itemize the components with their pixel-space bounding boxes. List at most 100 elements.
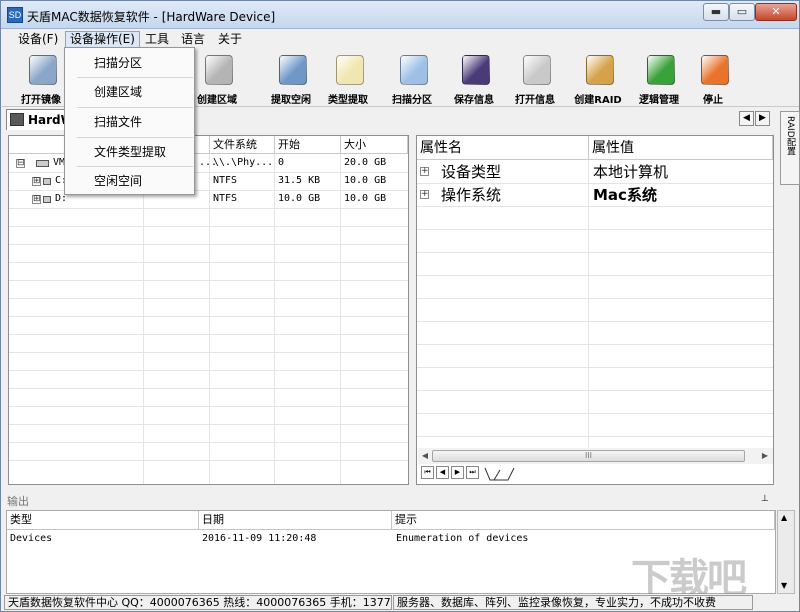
tab-prev-button[interactable]: ◀ xyxy=(739,111,754,126)
raid-config-tab[interactable]: RAID配置 xyxy=(780,111,800,185)
title-bar[interactable]: SD 天盾MAC数据恢复软件 - [HardWare Device] ▬ ▭ ✕ xyxy=(1,1,799,29)
grid-line xyxy=(417,229,773,230)
scroll-thumb[interactable]: III xyxy=(432,450,745,462)
partition-size: 10.0 GB xyxy=(344,193,387,204)
tree-expand-icon[interactable]: + xyxy=(420,167,429,176)
prev-sheet-icon[interactable]: ◀ xyxy=(436,466,449,479)
open-drive-icon xyxy=(523,55,551,85)
grid-line xyxy=(9,424,408,425)
toolbar-button-label: 打开镜像 xyxy=(21,95,61,106)
partition-icon xyxy=(43,196,51,203)
partition-start: 10.0 GB xyxy=(278,193,321,204)
grid-line xyxy=(417,206,773,207)
maximize-button[interactable]: ▭ xyxy=(729,3,755,21)
tab-next-button[interactable]: ▶ xyxy=(755,111,770,126)
toolbar-button-label: 停止 xyxy=(703,95,723,106)
flag-icon xyxy=(205,55,233,85)
menu-scan-partition[interactable]: 扫描分区 xyxy=(66,52,193,74)
col-header-message[interactable]: 提示 xyxy=(392,511,775,530)
toolbar-button-4[interactable]: 扫描分区 xyxy=(381,53,443,106)
sheet-tab-icon[interactable] xyxy=(484,467,516,481)
scroll-up-icon[interactable]: ▲ xyxy=(781,513,787,522)
partition-filesystem: NTFS xyxy=(213,193,238,204)
tree-expand-icon[interactable]: + xyxy=(420,190,429,199)
tree-collapse-icon[interactable]: ⊟ xyxy=(16,159,25,168)
toolbar-button-0[interactable]: 打开镜像 xyxy=(10,53,72,106)
partition-filesystem: NTFS xyxy=(213,175,238,186)
col-header-date[interactable]: 日期 xyxy=(199,511,392,530)
property-value: 本地计算机 xyxy=(593,163,669,181)
grid-line xyxy=(274,154,275,484)
grid-line xyxy=(9,334,408,335)
grid-line xyxy=(417,298,773,299)
toolbar-button-6[interactable]: 打开信息 xyxy=(504,53,566,106)
menu-free-space[interactable]: 空闲空间 xyxy=(66,170,193,192)
grid-line xyxy=(9,370,408,371)
col-header-property-value[interactable]: 属性值 xyxy=(589,136,773,160)
device-start: 0 xyxy=(278,157,285,168)
grid-line xyxy=(588,160,589,448)
toolbar-button-3[interactable]: 类型提取 xyxy=(317,53,379,106)
tree-expand-icon[interactable]: ⊞ xyxy=(32,177,41,186)
col-header-type[interactable]: 类型 xyxy=(7,511,199,530)
pin-icon[interactable]: ⊥ xyxy=(761,494,771,504)
toolbar-button-1[interactable]: 创建区域 xyxy=(186,53,248,106)
menu-bar: 设备(F) 设备操作(E) 工具 语言 关于 xyxy=(2,29,799,49)
toolbar-button-label: 类型提取 xyxy=(328,95,368,106)
toolbar-button-label: 提取空闲 xyxy=(271,95,311,106)
sheet-navigation: ⏮ ◀ ▶ ⏭ xyxy=(418,465,538,482)
disk-extract-icon xyxy=(279,55,307,85)
raid-disks-icon xyxy=(586,55,614,85)
log-type: Devices xyxy=(10,533,53,544)
menu-separator xyxy=(77,137,193,138)
status-contact: 天盾数据恢复软件中心 QQ：4000076365 热线：4000076365 手… xyxy=(4,595,392,610)
grid-line xyxy=(417,252,773,253)
window-title: 天盾MAC数据恢复软件 - [HardWare Device] xyxy=(27,10,276,24)
col-header-property-name[interactable]: 属性名 xyxy=(417,136,589,160)
toolbar-button-7[interactable]: 创建RAID xyxy=(567,53,629,106)
menu-create-region[interactable]: 创建区域 xyxy=(66,81,193,103)
grid-line xyxy=(417,390,773,391)
minimize-button[interactable]: ▬ xyxy=(703,3,729,21)
col-header-start[interactable]: 开始 xyxy=(275,136,341,154)
first-sheet-icon[interactable]: ⏮ xyxy=(421,466,434,479)
grid-line xyxy=(417,321,773,322)
last-sheet-icon[interactable]: ⏭ xyxy=(466,466,479,479)
log-message: Enumeration of devices xyxy=(396,533,529,544)
toolbar-button-2[interactable]: 提取空闲 xyxy=(260,53,322,106)
floppy-save-icon xyxy=(462,55,490,85)
toolbar-button-5[interactable]: 保存信息 xyxy=(443,53,505,106)
toolbar-button-label: 创建RAID xyxy=(574,95,622,106)
menu-about[interactable]: 关于 xyxy=(214,31,246,49)
menu-file-type-extract[interactable]: 文件类型提取 xyxy=(66,141,193,163)
pause-stop-icon xyxy=(701,55,729,85)
scroll-left-icon[interactable]: ◀ xyxy=(419,450,431,462)
grid-line xyxy=(417,413,773,414)
grid-line xyxy=(9,226,408,227)
property-name: 操作系统 xyxy=(441,186,502,204)
menu-device[interactable]: 设备(F) xyxy=(14,31,62,49)
menu-separator xyxy=(77,107,193,108)
close-button[interactable]: ✕ xyxy=(755,3,797,21)
toolbar-button-8[interactable]: 逻辑管理 xyxy=(628,53,690,106)
toolbar-button-9[interactable]: 停止 xyxy=(682,53,744,106)
col-header-size[interactable]: 大小 xyxy=(341,136,408,154)
menu-scan-files[interactable]: 扫描文件 xyxy=(66,111,193,133)
document-pen-icon xyxy=(336,55,364,85)
main-window: SD 天盾MAC数据恢复软件 - [HardWare Device] ▬ ▭ ✕… xyxy=(0,0,800,612)
next-sheet-icon[interactable]: ▶ xyxy=(451,466,464,479)
partition-size: 10.0 GB xyxy=(344,175,387,186)
horizontal-scrollbar[interactable]: ◀ III ▶ xyxy=(418,448,773,464)
col-header-filesystem[interactable]: 文件系统 xyxy=(210,136,275,154)
status-slogan: 服务器、数据库、阵列、监控录像恢复，专业实力，不成功不收费 xyxy=(393,595,753,610)
scan-partition-icon xyxy=(400,55,428,85)
tree-expand-icon[interactable]: ⊞ xyxy=(32,195,41,204)
hard-drive-icon xyxy=(36,160,49,167)
device-size: 20.0 GB xyxy=(344,157,387,168)
grid-line xyxy=(9,298,408,299)
raid-config-label: RAID配置 xyxy=(785,116,795,156)
scroll-right-icon[interactable]: ▶ xyxy=(759,450,771,462)
grid-line xyxy=(417,344,773,345)
partition-icon xyxy=(43,178,51,185)
menu-separator xyxy=(77,166,193,167)
